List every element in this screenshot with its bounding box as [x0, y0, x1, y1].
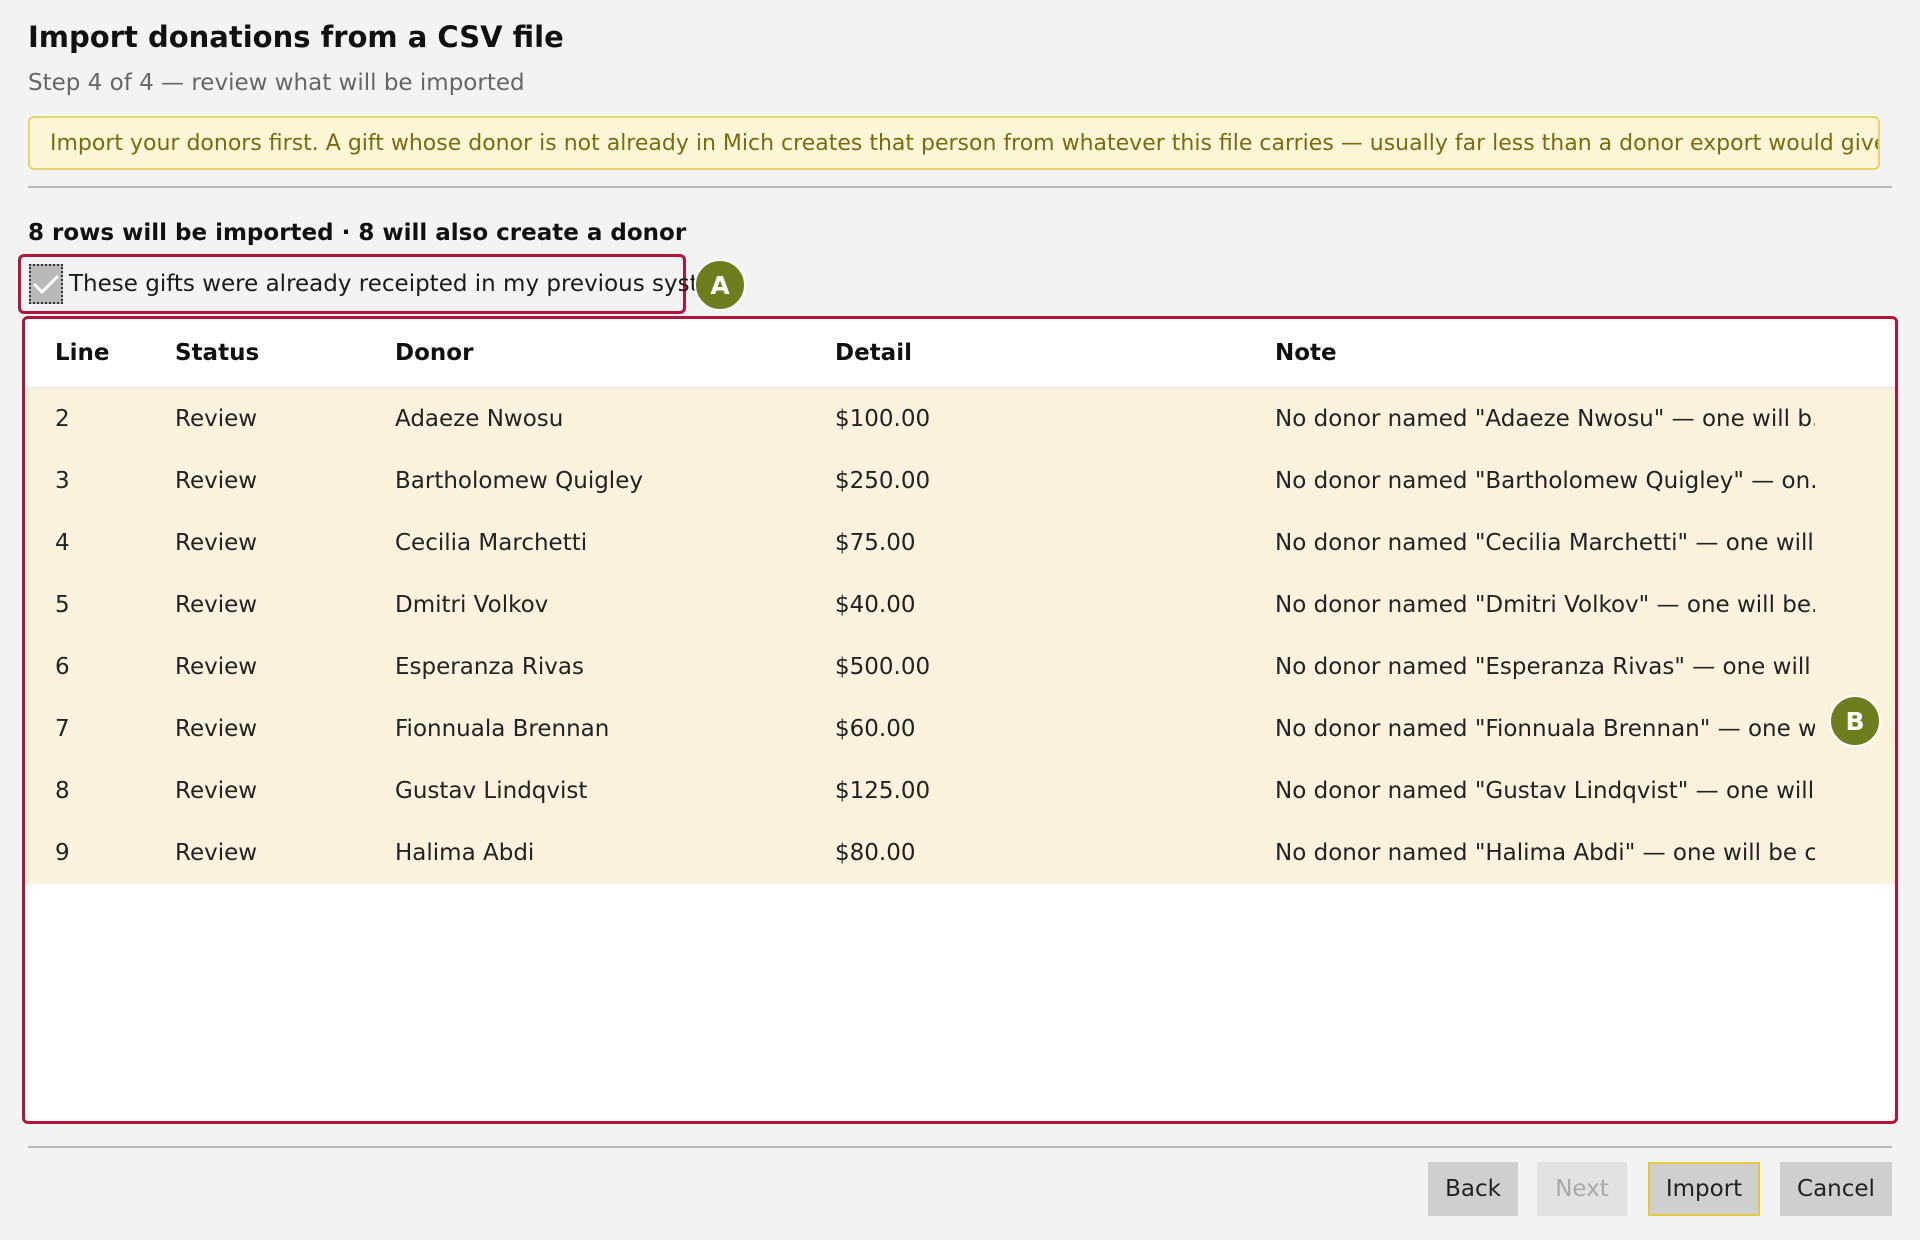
cell-note: No donor named "Fionnuala Brennan" — one… [1275, 716, 1815, 742]
cell-status: Review [175, 654, 258, 680]
column-header-note: Note [1275, 340, 1337, 366]
cell-line: 5 [55, 592, 70, 618]
column-header-donor: Donor [395, 340, 474, 366]
divider [28, 1146, 1892, 1148]
import-summary: 8 rows will be imported · 8 will also cr… [28, 220, 687, 246]
checkmark-icon [32, 274, 60, 295]
cell-note: No donor named "Gustav Lindqvist" — one … [1275, 778, 1815, 804]
cell-note: No donor named "Halima Abdi" — one will … [1275, 840, 1815, 866]
column-header-line: Line [55, 340, 110, 366]
cell-status: Review [175, 530, 258, 556]
cell-note: No donor named "Cecilia Marchetti" — one… [1275, 530, 1815, 556]
cell-line: 2 [55, 406, 70, 432]
cell-donor: Cecilia Marchetti [395, 530, 588, 556]
back-button[interactable]: Back [1428, 1162, 1518, 1216]
cell-line: 3 [55, 468, 70, 494]
cell-detail: $500.00 [835, 654, 931, 680]
cell-line: 7 [55, 716, 70, 742]
divider [28, 186, 1892, 188]
cell-donor: Esperanza Rivas [395, 654, 584, 680]
cell-status: Review [175, 840, 258, 866]
cell-detail: $250.00 [835, 468, 931, 494]
cell-detail: $100.00 [835, 406, 931, 432]
cell-donor: Dmitri Volkov [395, 592, 549, 618]
column-header-detail: Detail [835, 340, 912, 366]
next-button[interactable]: Next [1537, 1162, 1627, 1216]
table-header: Line Status Donor Detail Note [25, 319, 1895, 388]
warning-banner: Import your donors first. A gift whose d… [28, 116, 1880, 170]
table-body: 2 Review Adaeze Nwosu $100.00 No donor n… [25, 388, 1895, 884]
receipted-checkbox-label[interactable]: These gifts were already receipted in my… [69, 271, 735, 297]
cell-donor: Fionnuala Brennan [395, 716, 610, 742]
table-row[interactable]: 2 Review Adaeze Nwosu $100.00 No donor n… [25, 388, 1895, 450]
cell-detail: $75.00 [835, 530, 916, 556]
cell-line: 6 [55, 654, 70, 680]
column-header-status: Status [175, 340, 260, 366]
cell-donor: Adaeze Nwosu [395, 406, 564, 432]
cell-detail: $40.00 [835, 592, 916, 618]
cell-detail: $60.00 [835, 716, 916, 742]
table-row[interactable]: 9 Review Halima Abdi $80.00 No donor nam… [25, 822, 1895, 884]
page-title: Import donations from a CSV file [28, 20, 564, 54]
table-row[interactable]: 7 Review Fionnuala Brennan $60.00 No don… [25, 698, 1895, 760]
table-row[interactable]: 8 Review Gustav Lindqvist $125.00 No don… [25, 760, 1895, 822]
import-button[interactable]: Import [1648, 1162, 1760, 1216]
cell-status: Review [175, 592, 258, 618]
cell-donor: Bartholomew Quigley [395, 468, 643, 494]
cell-line: 8 [55, 778, 70, 804]
cell-note: No donor named "Adaeze Nwosu" — one will… [1275, 406, 1815, 432]
table-row[interactable]: 4 Review Cecilia Marchetti $75.00 No don… [25, 512, 1895, 574]
cell-detail: $125.00 [835, 778, 931, 804]
cell-donor: Gustav Lindqvist [395, 778, 588, 804]
receipted-checkbox[interactable] [29, 264, 63, 304]
cell-donor: Halima Abdi [395, 840, 535, 866]
cell-note: No donor named "Dmitri Volkov" — one wil… [1275, 592, 1815, 618]
cell-note: No donor named "Esperanza Rivas" — one w… [1275, 654, 1815, 680]
cell-status: Review [175, 468, 258, 494]
cell-detail: $80.00 [835, 840, 916, 866]
table-row[interactable]: 5 Review Dmitri Volkov $40.00 No donor n… [25, 574, 1895, 636]
cancel-button[interactable]: Cancel [1780, 1162, 1892, 1216]
table-row[interactable]: 3 Review Bartholomew Quigley $250.00 No … [25, 450, 1895, 512]
cell-note: No donor named "Bartholomew Quigley" — o… [1275, 468, 1815, 494]
cell-status: Review [175, 406, 258, 432]
import-preview-table: Line Status Donor Detail Note 2 Review A… [22, 316, 1898, 1124]
warning-text: Import your donors first. A gift whose d… [50, 130, 1880, 156]
cell-status: Review [175, 778, 258, 804]
page-subtitle: Step 4 of 4 — review what will be import… [28, 70, 525, 96]
callout-marker-a: A [694, 259, 746, 311]
callout-marker-b: B [1829, 695, 1881, 747]
receipted-checkbox-row[interactable]: These gifts were already receipted in my… [18, 254, 735, 314]
cell-line: 9 [55, 840, 70, 866]
table-row[interactable]: 6 Review Esperanza Rivas $500.00 No dono… [25, 636, 1895, 698]
cell-line: 4 [55, 530, 70, 556]
cell-status: Review [175, 716, 258, 742]
